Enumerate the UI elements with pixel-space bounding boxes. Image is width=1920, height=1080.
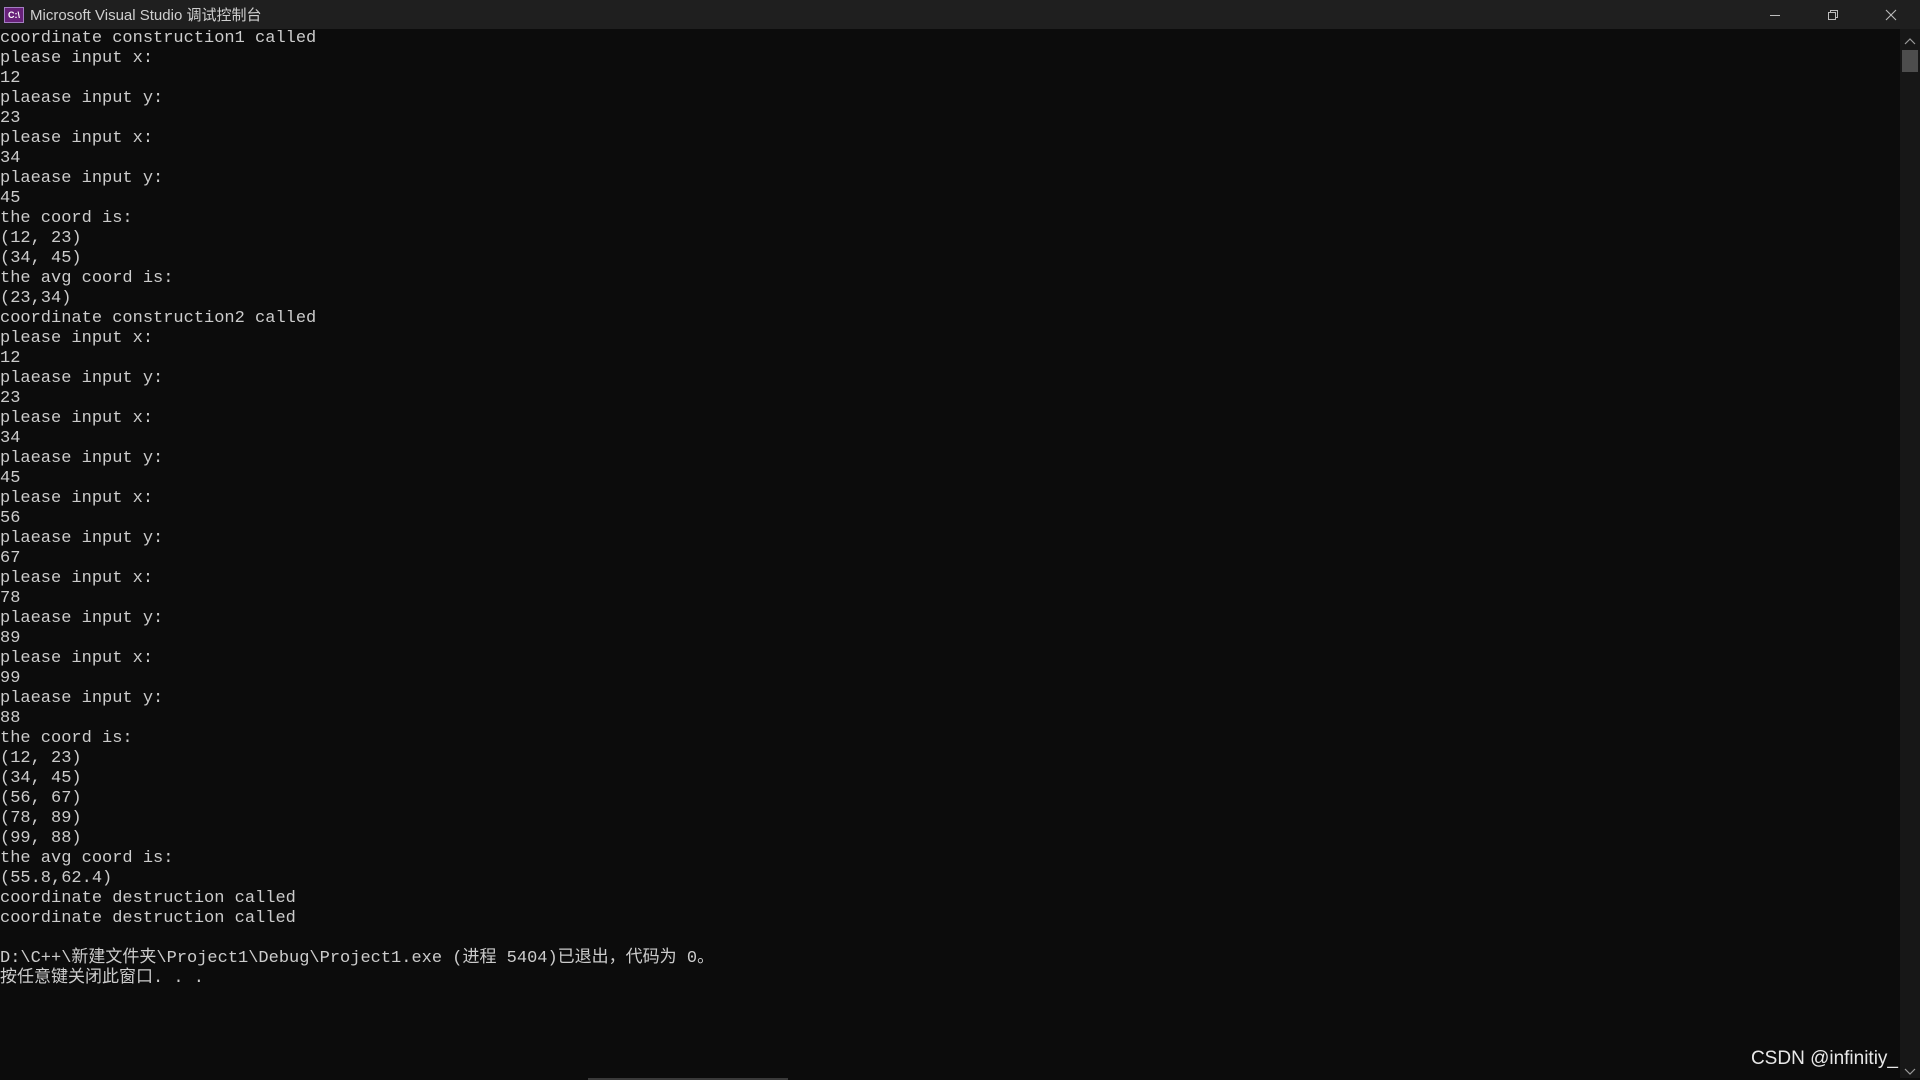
console-line: (56, 67) [0, 789, 82, 808]
restore-button[interactable] [1804, 0, 1862, 29]
console-line: 23 [0, 389, 21, 408]
console-line: (23,34) [0, 289, 72, 308]
console-line: the avg coord is: [0, 849, 174, 868]
vertical-scrollbar[interactable] [1900, 29, 1920, 1078]
console-line: plaease input y: [0, 449, 164, 468]
console-line: 12 [0, 69, 21, 88]
console-line: plaease input y: [0, 89, 164, 108]
console-line: (55.8,62.4) [0, 869, 113, 888]
console-line: 99 [0, 669, 21, 688]
console-line: please input x: [0, 569, 154, 588]
console-line: 45 [0, 469, 21, 488]
title-bar[interactable]: C:\ Microsoft Visual Studio 调试控制台 [0, 0, 1920, 29]
console-line: coordinate destruction called [0, 889, 296, 908]
console-line: (34, 45) [0, 249, 82, 268]
console-line: plaease input y: [0, 689, 164, 708]
scroll-down-arrow-icon[interactable] [1904, 1064, 1916, 1075]
console-line: please input x: [0, 409, 154, 428]
console-app-icon[interactable]: C:\ [4, 6, 24, 23]
console-window: C:\ Microsoft Visual Studio 调试控制台 coordi… [0, 0, 1920, 1080]
caption-buttons [1746, 0, 1920, 29]
console-line: (12, 23) [0, 749, 82, 768]
console-line: coordinate construction1 called [0, 29, 317, 48]
console-lines: coordinate construction1 called please in… [0, 29, 1898, 989]
console-line: (34, 45) [0, 769, 82, 788]
window-title: Microsoft Visual Studio 调试控制台 [30, 7, 262, 24]
console-line: 88 [0, 709, 21, 728]
minimize-icon [1769, 9, 1781, 21]
restore-icon [1827, 9, 1839, 21]
scroll-up-arrow-icon[interactable] [1904, 33, 1916, 45]
console-line: plaease input y: [0, 169, 164, 188]
scrollbar-thumb[interactable] [1902, 50, 1918, 72]
console-line: coordinate destruction called [0, 909, 296, 928]
console-output[interactable]: coordinate construction1 called please in… [0, 29, 1898, 1078]
minimize-button[interactable] [1746, 0, 1804, 29]
csdn-watermark: CSDN @infinitiy_ [1750, 1048, 1898, 1069]
console-line: 按任意键关闭此窗口. . . [0, 969, 205, 988]
console-line: (99, 88) [0, 829, 82, 848]
console-line: (78, 89) [0, 809, 82, 828]
console-line: plaease input y: [0, 369, 164, 388]
console-line: please input x: [0, 49, 154, 68]
console-line: please input x: [0, 129, 154, 148]
console-line: 89 [0, 629, 21, 648]
console-line: plaease input y: [0, 609, 164, 628]
console-line: the avg coord is: [0, 269, 174, 288]
console-line: 23 [0, 109, 21, 128]
close-icon [1885, 9, 1897, 21]
console-line: 67 [0, 549, 21, 568]
console-line: plaease input y: [0, 529, 164, 548]
console-line: 12 [0, 349, 21, 368]
close-button[interactable] [1862, 0, 1920, 29]
console-line: the coord is: [0, 729, 133, 748]
console-line: 78 [0, 589, 21, 608]
console-line: please input x: [0, 649, 154, 668]
console-line: (12, 23) [0, 229, 82, 248]
console-line: coordinate construction2 called [0, 309, 317, 328]
console-line: the coord is: [0, 209, 133, 228]
console-line: please input x: [0, 329, 154, 348]
console-line: please input x: [0, 489, 154, 508]
console-line: D:\C++\新建文件夹\Project1\Debug\Project1.exe… [0, 949, 715, 968]
console-line: 34 [0, 429, 21, 448]
console-line: 45 [0, 189, 21, 208]
console-line: 34 [0, 149, 21, 168]
console-line: 56 [0, 509, 21, 528]
